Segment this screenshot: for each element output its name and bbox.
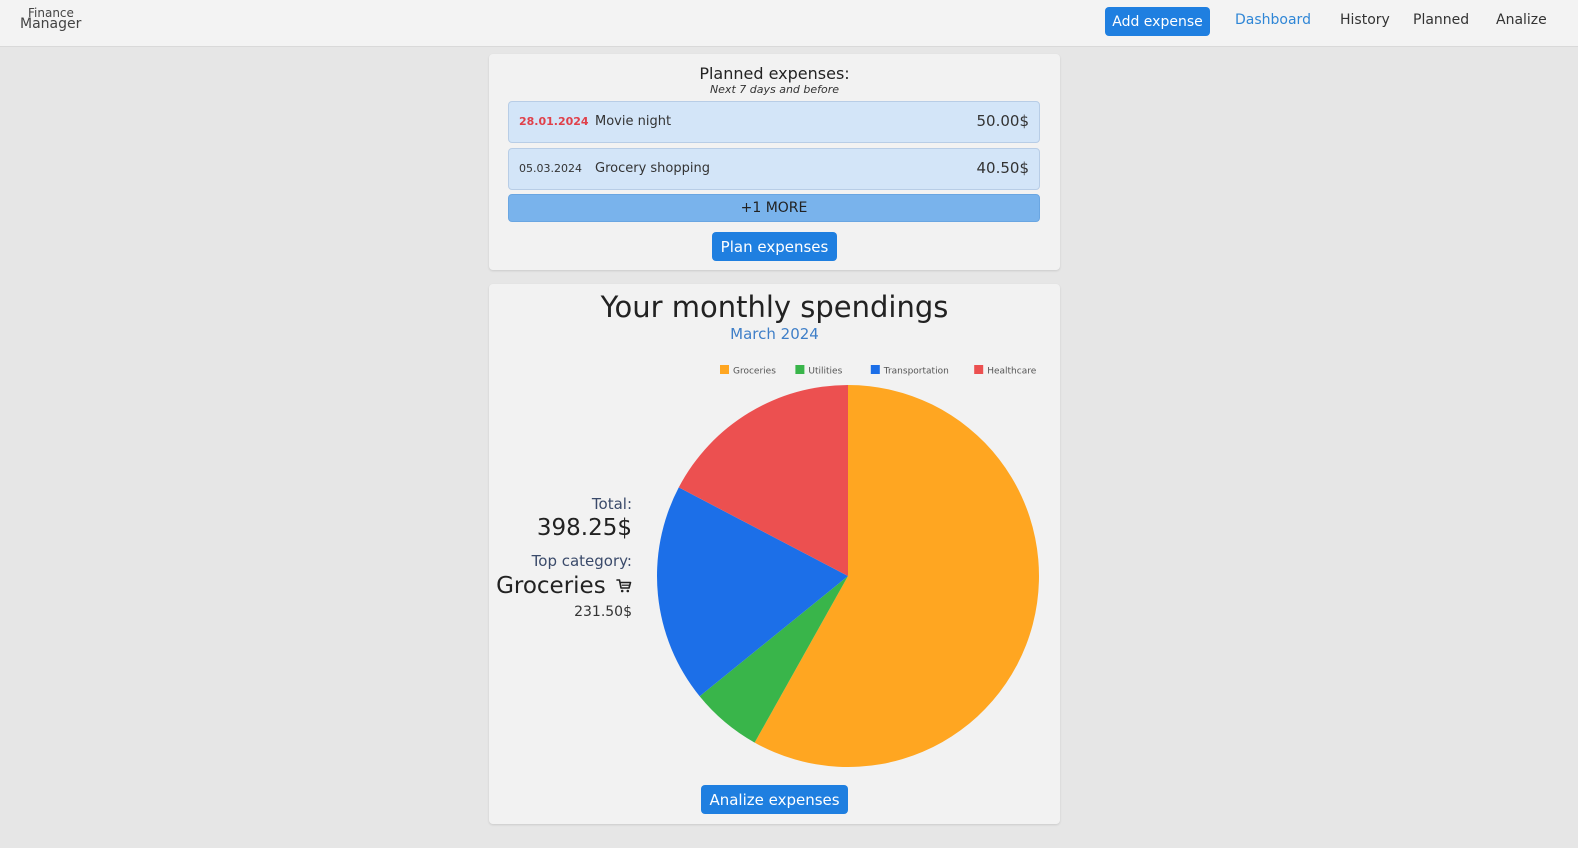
planned-expenses-card: Planned expenses: Next 7 days and before… (489, 54, 1060, 270)
brand-logo-bottom: Manager (20, 16, 82, 32)
legend-item-utilities[interactable]: Utilities (795, 365, 843, 377)
legend-item-groceries[interactable]: Groceries (720, 365, 776, 377)
legend-swatch (795, 365, 805, 374)
show-more-button[interactable]: +1 MORE (508, 194, 1040, 222)
expense-amount: 50.00$ (976, 112, 1030, 130)
expense-name: Grocery shopping (595, 161, 710, 176)
planned-expenses-title: Planned expenses: (699, 64, 850, 83)
legend-item-transportation[interactable]: Transportation (870, 365, 949, 377)
monthly-spendings-card: Your monthly spendings March 2024 Total:… (489, 284, 1060, 824)
planned-expenses-subtitle: Next 7 days and before (709, 83, 840, 96)
brand-logo[interactable]: Finance Manager (20, 7, 82, 32)
planned-expense-row[interactable]: 28.01.2024 Movie night 50.00$ (508, 101, 1040, 143)
legend-label: Transportation (883, 367, 949, 377)
legend-label: Utilities (808, 367, 842, 377)
add-expense-button[interactable]: Add expense (1105, 7, 1210, 36)
plan-expenses-button[interactable]: Plan expenses (712, 232, 837, 261)
expense-date: 05.03.2024 (519, 162, 582, 175)
top-navbar: Finance Manager Add expense Dashboard Hi… (0, 0, 1578, 47)
nav-link-analize[interactable]: Analize (1496, 12, 1547, 28)
spending-pie-chart: Groceries Utilities Transportation Healthca… (657, 365, 1039, 767)
legend-swatch (974, 365, 984, 374)
expense-date: 28.01.2024 (519, 115, 589, 128)
nav-link-dashboard[interactable]: Dashboard (1235, 12, 1311, 28)
expense-name: Movie night (595, 114, 672, 129)
nav-link-planned[interactable]: Planned (1413, 12, 1469, 28)
legend-swatch (870, 365, 880, 374)
legend-swatch (720, 365, 729, 374)
legend-label: Healthcare (987, 367, 1037, 377)
legend-item-healthcare[interactable]: Healthcare (974, 365, 1037, 377)
analize-expenses-button[interactable]: Analize expenses (701, 785, 848, 814)
expense-amount: 40.50$ (976, 159, 1030, 177)
legend-label: Groceries (733, 367, 776, 377)
nav-link-history[interactable]: History (1340, 12, 1390, 28)
planned-expense-row[interactable]: 05.03.2024 Grocery shopping 40.50$ (508, 148, 1040, 190)
